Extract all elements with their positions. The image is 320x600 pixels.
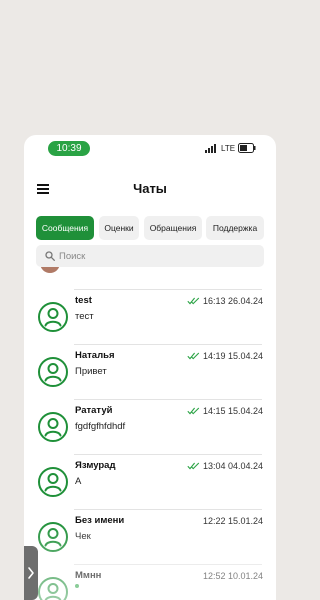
tab-ratings[interactable]: Оценки: [99, 216, 139, 240]
partial-avatar: [40, 267, 60, 273]
chat-item[interactable]: Ммнн 12:52 10.01.24: [24, 564, 276, 600]
header: Чаты: [24, 175, 276, 205]
chevron-right-icon: [28, 567, 34, 579]
user-avatar-icon: [37, 576, 69, 600]
user-avatar-icon: [37, 356, 69, 388]
chat-time: 16:13 26.04.24: [202, 296, 263, 306]
divider: [74, 399, 262, 400]
chat-item[interactable]: Рататуй fgdfgfhfdhdf 14:15 15.04.24: [24, 399, 276, 454]
chat-item[interactable]: Язмурад А 13:04 04.04.24: [24, 454, 276, 509]
divider: [74, 564, 262, 565]
chat-time: 12:52 10.01.24: [202, 571, 263, 581]
search-input[interactable]: [59, 248, 254, 264]
divider: [74, 344, 262, 345]
chat-name: Наталья: [75, 350, 115, 361]
unread-dot: [75, 584, 79, 588]
user-avatar-icon: [37, 301, 69, 333]
user-avatar-icon: [37, 411, 69, 443]
chat-item[interactable]: Без имени Чек 12:22 15.01.24: [24, 509, 276, 564]
drawer-handle[interactable]: [24, 546, 38, 600]
search-icon: [45, 251, 55, 261]
divider: [74, 289, 262, 290]
chat-preview: Чек: [75, 531, 91, 542]
chat-name: Ммнн: [75, 570, 102, 581]
divider: [74, 509, 262, 510]
double-check-icon: [187, 407, 200, 415]
chat-item[interactable]: Наталья Привет 14:19 15.04.24: [24, 344, 276, 399]
chat-time: 13:04 04.04.24: [202, 461, 263, 471]
chat-preview: тест: [75, 311, 94, 322]
divider: [74, 454, 262, 455]
chat-preview: fgdfgfhfdhdf: [75, 421, 126, 432]
status-time: 10:39: [48, 141, 90, 156]
chat-name: Без имени: [75, 515, 125, 526]
chat-list[interactable]: test тест 16:13 26.04.24 Наталья Привет 14:19…: [24, 267, 276, 600]
double-check-icon: [187, 297, 200, 305]
double-check-icon: [187, 462, 200, 470]
tab-support[interactable]: Поддержка: [206, 216, 264, 240]
chat-meta: 13:04 04.04.24: [187, 461, 263, 471]
signal-icon: [205, 144, 216, 153]
tab-messages[interactable]: Сообщения: [36, 216, 94, 240]
chat-name: Рататуй: [75, 405, 113, 416]
tab-requests[interactable]: Обращения: [144, 216, 202, 240]
chat-meta: 16:13 26.04.24: [187, 296, 263, 306]
phone-screen: 10:39 LTE Чаты Сообщения Оценки Обращени…: [24, 135, 276, 600]
chat-meta: 12:52 10.01.24: [203, 571, 263, 581]
chat-time: 12:22 15.01.24: [202, 516, 263, 526]
chat-meta: 14:19 15.04.24: [187, 351, 263, 361]
chat-meta: 12:22 15.01.24: [203, 516, 263, 526]
chat-item[interactable]: test тест 16:13 26.04.24: [24, 289, 276, 344]
chat-time: 14:15 15.04.24: [202, 406, 263, 416]
user-avatar-icon: [37, 466, 69, 498]
network-label: LTE: [221, 144, 236, 153]
user-avatar-icon: [37, 521, 69, 553]
chat-time: 14:19 15.04.24: [202, 351, 263, 361]
page-title: Чаты: [133, 181, 167, 196]
chat-preview: А: [75, 476, 82, 487]
double-check-icon: [187, 352, 200, 360]
search-bar: [36, 245, 264, 267]
status-bar: 10:39 LTE: [24, 135, 276, 161]
battery-icon: [238, 143, 256, 153]
chat-name: Язмурад: [75, 460, 116, 471]
chat-preview: Привет: [75, 366, 107, 377]
chat-meta: 14:15 15.04.24: [187, 406, 263, 416]
chat-name: test: [75, 295, 92, 306]
